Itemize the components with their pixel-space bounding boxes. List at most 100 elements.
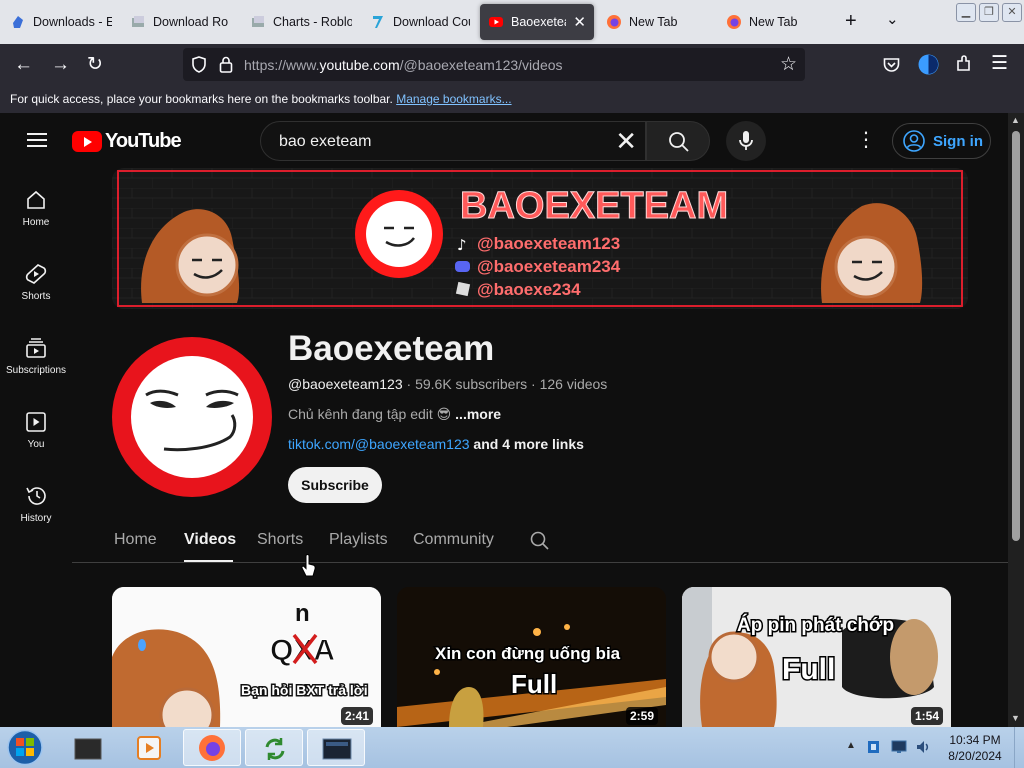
guide-item-home[interactable]: Home	[0, 189, 72, 228]
tab-charts-roblox[interactable]: Charts - Roblo	[242, 4, 360, 40]
roblox-icon	[455, 281, 471, 297]
tab-home[interactable]: Home	[114, 531, 157, 549]
downloads-favicon	[13, 16, 23, 28]
tab-new-1[interactable]: New Tab	[598, 4, 714, 40]
tab-label: Download Cou	[393, 15, 470, 29]
tray-expand-icon[interactable]: ▲	[846, 740, 856, 751]
you-icon	[26, 412, 46, 432]
address-bar[interactable]: https://www.youtube.com/@baoexeteam123/v…	[183, 48, 805, 81]
tab-new-2[interactable]: New Tab	[718, 4, 834, 40]
forward-arrow-icon[interactable]: →	[51, 54, 70, 76]
tab-baoexeteam[interactable]: Baoexeteam ✕	[480, 4, 594, 40]
tab-download-roblox[interactable]: Download Ro	[122, 4, 240, 40]
taskbar-app-5[interactable]	[307, 729, 365, 766]
download-favicon	[373, 16, 383, 28]
home-icon	[27, 190, 45, 209]
tab-videos[interactable]: Videos	[184, 531, 236, 549]
show-desktop-button[interactable]	[1014, 727, 1024, 768]
tab-shorts[interactable]: Shorts	[257, 531, 303, 549]
guide-label: History	[20, 513, 52, 524]
youtube-logo[interactable]: YouTube	[72, 130, 182, 153]
account-circle-icon	[903, 130, 925, 152]
thumbnail-caption-full: Full	[511, 669, 557, 699]
channel-avatar[interactable]	[112, 337, 272, 497]
scroll-up-arrow-icon[interactable]: ▲	[1011, 115, 1020, 125]
channel-search-icon[interactable]	[530, 531, 549, 550]
app-menu-icon[interactable]: ☰	[991, 53, 1008, 75]
video-card[interactable]: n QXA Bạn hỏi BXT trả lời 2:41	[112, 587, 381, 727]
settings-kebab-icon[interactable]: ⋮	[856, 129, 876, 151]
tray-monitor-icon[interactable]	[891, 740, 907, 754]
search-input[interactable]: bao exeteam ✕	[260, 121, 646, 161]
guide-menu-icon[interactable]	[27, 133, 47, 147]
scroll-down-arrow-icon[interactable]: ▼	[1011, 713, 1020, 723]
description-text: Chủ kênh đang tập edit	[288, 406, 433, 422]
url-text[interactable]: https://www.youtube.com/@baoexeteam123/v…	[244, 57, 563, 73]
reload-icon[interactable]: ↻	[87, 54, 103, 76]
channel-description[interactable]: Chủ kênh đang tập edit 😎 ...more	[288, 406, 501, 423]
guide-label: Home	[22, 217, 50, 228]
pocket-icon[interactable]	[883, 57, 900, 73]
guide-item-history[interactable]: History	[0, 485, 72, 524]
history-icon	[26, 487, 46, 505]
close-window-icon[interactable]: ✕	[1002, 3, 1022, 22]
system-clock[interactable]: 10:34 PM 8/20/2024	[940, 732, 1010, 764]
sign-in-button[interactable]: Sign in	[892, 123, 991, 159]
channel-meta: @baoexeteam123 · 59.6K subscribers · 126…	[288, 376, 607, 392]
channel-links[interactable]: tiktok.com/@baoexeteam123 and 4 more lin…	[288, 436, 584, 452]
banner-art: ♪ BAOEXETEAM @baoexeteam123 @baoexeteam2…	[112, 168, 968, 309]
back-arrow-icon[interactable]: ←	[14, 54, 33, 76]
tab-close-icon[interactable]: ✕	[573, 13, 586, 31]
extensions-puzzle-icon[interactable]	[955, 55, 973, 73]
taskbar-app-4[interactable]	[245, 729, 303, 766]
thumbnail-caption-full: Full	[782, 653, 835, 686]
search-icon	[669, 132, 689, 152]
video-card[interactable]: Áp pin phát chớp Full 1:54	[682, 587, 951, 727]
page-scrollbar[interactable]: ▲ ▼	[1008, 113, 1024, 727]
restore-window-icon[interactable]: ❐	[979, 3, 999, 22]
banner-discord: @baoexeteam234	[477, 257, 621, 276]
new-tab-plus-icon[interactable]: +	[845, 10, 857, 33]
thumbnail-text-n: n	[295, 600, 310, 627]
video-card[interactable]: Xin con đừng uống bia Full 2:59	[397, 587, 666, 727]
clear-search-icon[interactable]: ✕	[615, 127, 637, 155]
firefox-favicon	[727, 15, 741, 29]
tray-network-icon[interactable]	[866, 739, 882, 755]
lock-icon[interactable]	[219, 56, 233, 73]
minimize-window-icon[interactable]: ▁	[956, 3, 976, 22]
windows-taskbar: ▲ 10:34 PM 8/20/2024	[0, 727, 1024, 768]
guide-item-subscriptions[interactable]: Subscriptions	[0, 337, 72, 376]
taskbar-app-1[interactable]	[60, 729, 118, 766]
taskbar-firefox[interactable]	[183, 729, 241, 766]
firefox-icon	[199, 735, 225, 761]
browser-tab-bar: Downloads - E Download Ro Charts - Roblo…	[0, 0, 1024, 44]
search-button[interactable]	[646, 121, 710, 161]
tiktok-link[interactable]: tiktok.com/@baoexeteam123	[288, 436, 470, 452]
shield-icon[interactable]	[191, 56, 207, 73]
subscribe-button[interactable]: Subscribe	[288, 467, 382, 503]
tray-volume-icon[interactable]	[915, 739, 931, 755]
guide-item-you[interactable]: You	[0, 411, 72, 450]
search-value: bao exeteam	[279, 133, 372, 150]
bookmark-star-icon[interactable]: ☆	[780, 53, 797, 76]
tab-community[interactable]: Community	[413, 531, 494, 549]
guide-label: Shorts	[21, 291, 51, 302]
guide-item-shorts[interactable]: Shorts	[0, 263, 72, 302]
more-links[interactable]: and 4 more links	[473, 436, 583, 452]
scrollbar-thumb[interactable]	[1012, 131, 1020, 541]
account-avatar-icon[interactable]	[918, 54, 939, 75]
tab-download-cou[interactable]: Download Cou	[362, 4, 478, 40]
tab-downloads[interactable]: Downloads - E	[2, 4, 120, 40]
description-more-link[interactable]: ...more	[455, 406, 501, 422]
meta-separator: ·	[531, 376, 540, 392]
window-app-icon	[322, 738, 352, 760]
manage-bookmarks-link[interactable]: Manage bookmarks...	[396, 92, 511, 106]
voice-search-button[interactable]	[726, 121, 766, 161]
taskbar-app-2[interactable]	[121, 729, 179, 766]
youtube-favicon	[489, 17, 503, 27]
subscriptions-icon	[26, 338, 46, 358]
media-player-icon	[137, 736, 161, 760]
list-tabs-chevron-icon[interactable]: ⌄	[886, 10, 899, 28]
tab-playlists[interactable]: Playlists	[329, 531, 388, 549]
start-button-icon[interactable]	[6, 729, 44, 766]
